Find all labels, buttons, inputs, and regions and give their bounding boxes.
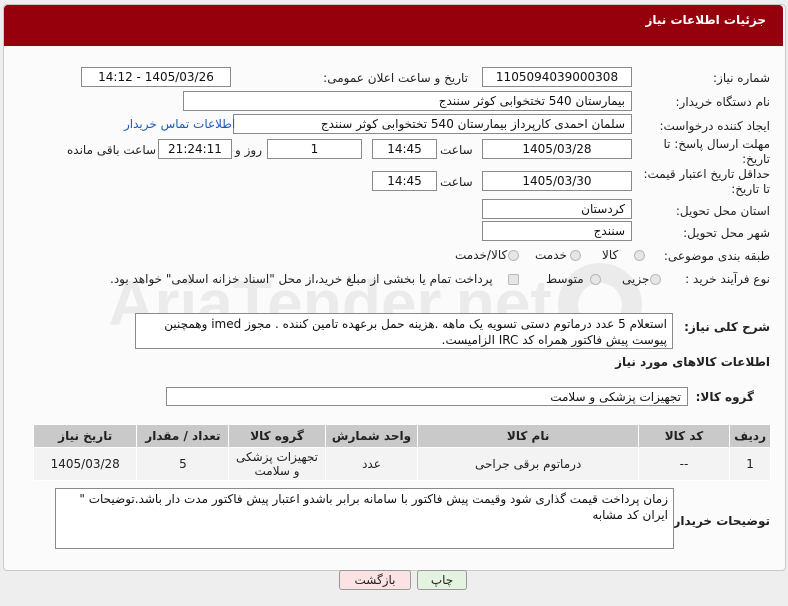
category-option-goods: کالا bbox=[602, 248, 619, 262]
purchase-option-medium: متوسط bbox=[546, 272, 584, 286]
col-name: نام کالا bbox=[417, 424, 639, 448]
goods-group-label: گروه کالا: bbox=[695, 390, 754, 404]
col-code: کد کالا bbox=[637, 424, 731, 448]
category-radio-goods[interactable] bbox=[634, 250, 645, 261]
goods-group-field: تجهیزات پزشکی و سلامت bbox=[166, 387, 688, 406]
table-row: 1 -- درماتوم برقی جراحی عدد تجهیزات پزشک… bbox=[32, 447, 771, 481]
treasury-payment-checkbox[interactable] bbox=[508, 274, 519, 285]
description-text: استعلام 5 عدد درماتوم دستی تسویه یک ماهه… bbox=[135, 313, 673, 349]
purchase-radio-medium[interactable] bbox=[590, 274, 601, 285]
panel-title: جزئیات اطلاعات نیاز bbox=[645, 13, 766, 27]
reply-deadline-label-2: تاریخ: bbox=[742, 152, 770, 166]
price-validity-time: 14:45 bbox=[372, 171, 437, 191]
price-validity-label-1: حداقل تاریخ اعتبار قیمت: bbox=[643, 167, 770, 181]
purchase-type-label: نوع فرآیند خرید : bbox=[685, 272, 770, 286]
col-qty: تعداد / مقدار bbox=[136, 424, 230, 448]
remaining-label: ساعت باقی مانده bbox=[67, 143, 157, 157]
purchase-radio-partial[interactable] bbox=[650, 274, 661, 285]
province-field: کردستان bbox=[482, 199, 632, 219]
cell-unit: عدد bbox=[324, 447, 419, 481]
cell-date: 1405/03/28 bbox=[32, 447, 138, 481]
purchase-option-partial: جزیی bbox=[622, 272, 650, 286]
cell-row: 1 bbox=[729, 447, 771, 481]
buyer-notes-text: زمان پرداخت قیمت گذاری شود وقیمت پیش فاک… bbox=[55, 488, 674, 549]
description-label: شرح کلی نیاز: bbox=[684, 320, 770, 334]
remaining-time: 21:24:11 bbox=[158, 139, 232, 159]
requester-label: ایجاد کننده درخواست: bbox=[659, 119, 770, 133]
goods-section-title: اطلاعات کالاهای مورد نیاز bbox=[615, 355, 770, 369]
price-validity-label-2: تا تاریخ: bbox=[731, 182, 770, 196]
announce-datetime-label: تاریخ و ساعت اعلان عمومی: bbox=[323, 71, 468, 85]
reply-deadline-date: 1405/03/28 bbox=[482, 139, 632, 159]
category-radio-goods-service[interactable] bbox=[508, 250, 519, 261]
category-radio-service[interactable] bbox=[570, 250, 581, 261]
remaining-days: 1 bbox=[267, 139, 362, 159]
buyer-notes-content: زمان پرداخت قیمت گذاری شود وقیمت پیش فاک… bbox=[79, 492, 668, 522]
col-unit: واحد شمارش bbox=[324, 424, 419, 448]
items-table: ردیف کد کالا نام کالا واحد شمارش گروه کا… bbox=[32, 424, 771, 481]
back-button[interactable]: بازگشت bbox=[339, 570, 411, 590]
col-row: ردیف bbox=[729, 424, 771, 448]
cell-qty: 5 bbox=[136, 447, 230, 481]
description-content: استعلام 5 عدد درماتوم دستی تسویه یک ماهه… bbox=[164, 317, 667, 347]
cell-code: -- bbox=[637, 447, 731, 481]
buyer-org-label: نام دستگاه خریدار: bbox=[675, 95, 771, 109]
reply-deadline-time: 14:45 bbox=[372, 139, 437, 159]
buyer-org-field: بیمارستان 540 تختخوابی کوثر سنندج bbox=[183, 91, 632, 111]
treasury-payment-note: پرداخت تمام یا بخشی از مبلغ خرید،از محل … bbox=[110, 272, 493, 286]
days-label: روز و bbox=[235, 143, 262, 157]
reply-deadline-label-1: مهلت ارسال پاسخ: تا bbox=[663, 137, 770, 151]
category-option-goods-service: کالا/خدمت bbox=[455, 248, 508, 262]
price-time-label: ساعت bbox=[440, 175, 473, 189]
print-button[interactable]: چاپ bbox=[417, 570, 467, 590]
table-header-row: ردیف کد کالا نام کالا واحد شمارش گروه کا… bbox=[32, 424, 771, 448]
city-label: شهر محل تحویل: bbox=[683, 226, 770, 240]
price-validity-date: 1405/03/30 bbox=[482, 171, 632, 191]
reply-time-label: ساعت bbox=[440, 143, 473, 157]
requester-field: سلمان احمدی کارپرداز بیمارستان 540 تختخو… bbox=[233, 114, 632, 134]
buyer-notes-label: توضیحات خریدار: bbox=[668, 514, 770, 528]
province-label: استان محل تحویل: bbox=[675, 204, 770, 218]
category-option-service: خدمت bbox=[535, 248, 567, 262]
cell-name: درماتوم برقی جراحی bbox=[417, 447, 639, 481]
city-field: سنندج bbox=[482, 221, 632, 241]
category-label: طبقه بندی موضوعی: bbox=[663, 249, 770, 263]
need-number-label: شماره نیاز: bbox=[713, 71, 770, 85]
col-date: تاریخ نیاز bbox=[32, 424, 138, 448]
col-group: گروه کالا bbox=[228, 424, 326, 448]
announce-datetime-field: 1405/03/26 - 14:12 bbox=[81, 67, 231, 87]
buyer-contact-link[interactable]: اطلاعات تماس خریدار bbox=[124, 117, 235, 131]
need-number-field: 1105094039000308 bbox=[482, 67, 632, 87]
cell-group: تجهیزات پزشکی و سلامت bbox=[228, 447, 326, 481]
